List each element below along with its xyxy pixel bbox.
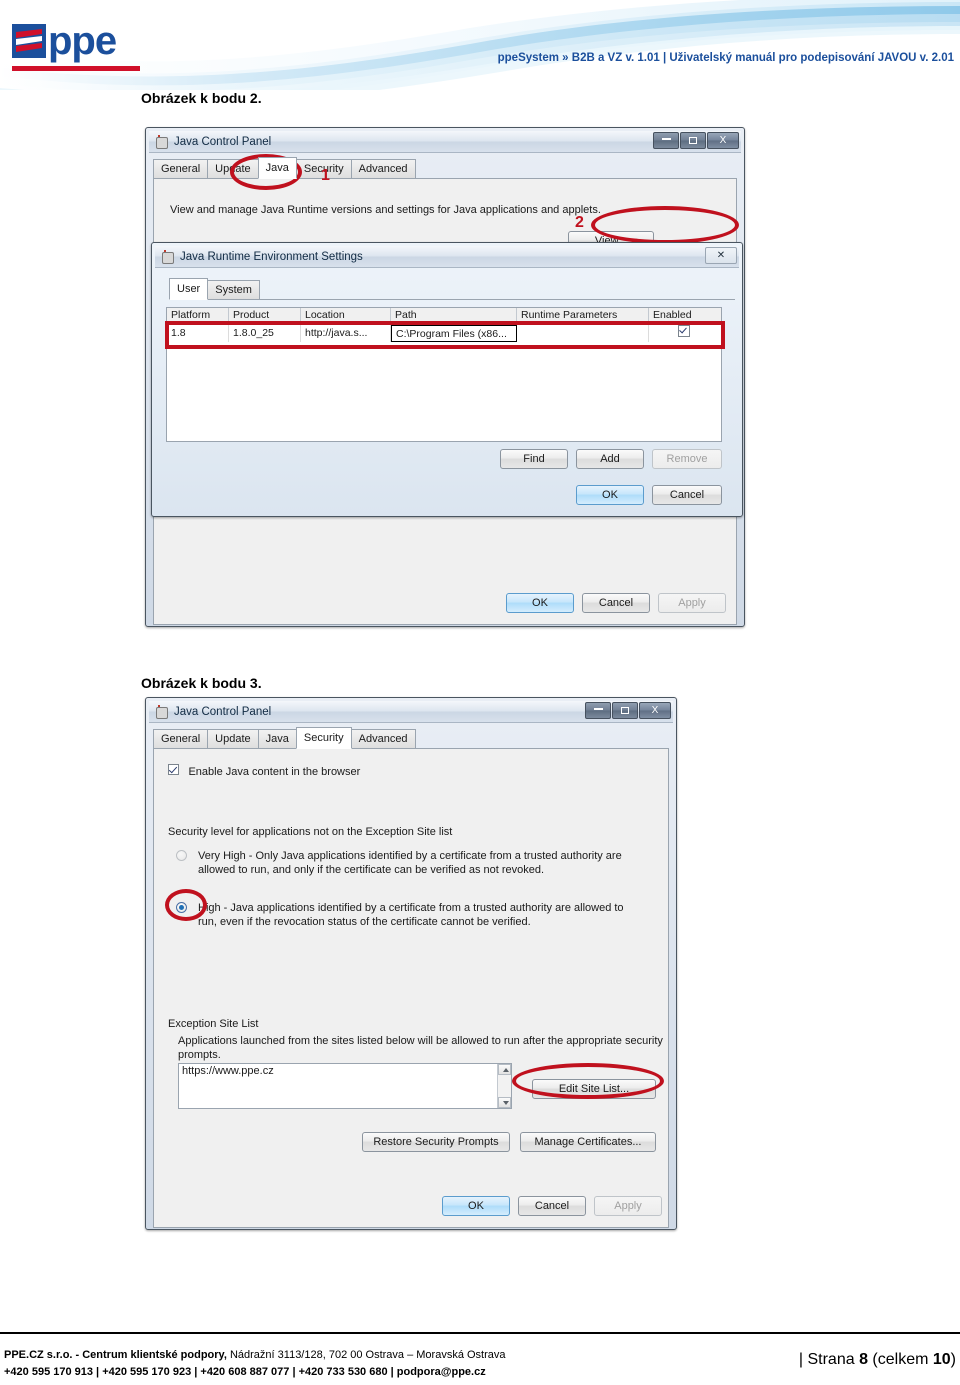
document-header-title: ppeSystem » B2B a VZ v. 1.01 | Uživatels… — [497, 52, 954, 64]
close-button[interactable]: X — [639, 702, 671, 719]
window-title: Java Control Panel — [174, 705, 272, 718]
tab-advanced[interactable]: Advanced — [350, 729, 416, 748]
tab-general[interactable]: General — [153, 159, 209, 178]
tab-java[interactable]: Java — [257, 729, 297, 748]
jre-table-empty-area — [166, 342, 722, 442]
cancel-button[interactable]: Cancel — [582, 593, 650, 613]
window-title: Java Control Panel — [174, 135, 272, 148]
footer-contacts: +420 595 170 913 | +420 595 170 923 | +4… — [4, 1366, 486, 1378]
enable-java-row[interactable]: Enable Java content in the browser — [168, 761, 360, 779]
very-high-line2: allowed to run, and only if the certific… — [198, 864, 545, 876]
manage-certificates-button[interactable]: Manage Certificates... — [520, 1132, 656, 1152]
listbox-scrollbar[interactable] — [497, 1064, 511, 1108]
list-item[interactable]: https://www.ppe.cz — [179, 1064, 511, 1078]
annotation-rect-table-row — [165, 321, 725, 349]
cancel-button[interactable]: Cancel — [518, 1196, 586, 1216]
very-high-radio[interactable] — [176, 850, 187, 861]
tab-security[interactable]: Security — [295, 727, 352, 749]
scroll-down-icon[interactable] — [498, 1097, 511, 1108]
remove-button[interactable]: Remove — [652, 449, 722, 469]
java-tab-description: View and manage Java Runtime versions an… — [170, 204, 601, 216]
security-tabstrip: General Update Java Security Advanced — [153, 727, 669, 749]
page-prefix: | Strana — [798, 1351, 860, 1368]
footer-address: Nádražní 3113/128, 702 00 Ostrava – Mora… — [226, 1349, 506, 1361]
logo-underline — [12, 66, 140, 71]
close-icon[interactable]: ✕ — [705, 247, 737, 264]
figure-3-caption: Obrázek k bodu 3. — [141, 675, 262, 691]
window-controls: X — [653, 132, 739, 149]
footer-company-name: PPE.CZ s.r.o. - Centrum klientské podpor… — [4, 1349, 227, 1361]
minimize-button[interactable] — [585, 702, 611, 719]
exception-site-desc-line2: prompts. — [178, 1049, 221, 1061]
minimize-button[interactable] — [653, 132, 679, 149]
annotation-number-2: 2 — [575, 214, 584, 231]
annotation-circle-edit-site-list — [512, 1063, 664, 1099]
high-line1: High - Java applications identified by a… — [198, 902, 624, 914]
logo-chevron-icon — [12, 24, 46, 58]
jre-cancel-button[interactable]: Cancel — [652, 485, 722, 505]
java-cup-icon — [154, 134, 168, 149]
page-current: 8 — [859, 1351, 868, 1368]
figure-3-screenshot: Java Control Panel X General Update Java… — [145, 697, 677, 1230]
maximize-button[interactable] — [612, 702, 638, 719]
footer-divider — [0, 1332, 960, 1334]
dialog-controls: ✕ — [705, 247, 737, 264]
window-controls: X — [585, 702, 671, 719]
page-suffix: ) — [950, 1351, 956, 1368]
add-button[interactable]: Add — [576, 449, 644, 469]
tab-system[interactable]: System — [207, 280, 260, 299]
annotation-circle-high-radio — [165, 889, 207, 921]
exception-site-list-label: Exception Site List — [168, 1018, 259, 1030]
restore-security-prompts-button[interactable]: Restore Security Prompts — [362, 1132, 510, 1152]
footer-company-line: PPE.CZ s.r.o. - Centrum klientské podpor… — [4, 1347, 506, 1364]
tab-advanced[interactable]: Advanced — [350, 159, 416, 178]
page-number: | Strana 8 (celkem 10) — [799, 1351, 956, 1368]
very-high-line1: Very High - Only Java applications ident… — [198, 850, 622, 862]
annotation-number-1: 1 — [321, 167, 330, 184]
figure-2-caption: Obrázek k bodu 2. — [141, 90, 262, 106]
jre-tabstrip: User System — [169, 278, 735, 300]
exception-site-desc-line1: Applications launched from the sites lis… — [178, 1035, 663, 1047]
scroll-up-icon[interactable] — [498, 1064, 511, 1075]
jre-settings-titlebar: Java Runtime Environment Settings ✕ — [155, 246, 739, 268]
apply-button[interactable]: Apply — [658, 593, 726, 613]
enable-java-checkbox[interactable] — [168, 764, 179, 775]
java-cup-icon — [160, 249, 174, 264]
header-wave-graphic — [0, 0, 960, 90]
tab-user[interactable]: User — [169, 278, 209, 300]
page-header-banner: ppe ppeSystem » B2B a VZ v. 1.01 | Uživa… — [0, 0, 960, 90]
tab-update[interactable]: Update — [207, 729, 259, 748]
find-button[interactable]: Find — [500, 449, 568, 469]
java-control-panel-security-window: Java Control Panel X General Update Java… — [145, 697, 677, 1230]
tab-java[interactable]: Java — [257, 157, 297, 179]
security-window-titlebar: Java Control Panel X — [149, 701, 673, 723]
tab-general[interactable]: General — [153, 729, 209, 748]
page-mid: (celkem — [867, 1351, 933, 1368]
ppe-logo: ppe — [12, 19, 140, 74]
apply-button[interactable]: Apply — [594, 1196, 662, 1216]
jre-ok-button[interactable]: OK — [576, 485, 644, 505]
figure-2-screenshot: Java Control Panel X General Update Java… — [145, 127, 745, 627]
ok-button[interactable]: OK — [506, 593, 574, 613]
annotation-circle-view-button — [591, 206, 739, 244]
ok-button[interactable]: OK — [442, 1196, 510, 1216]
page-total: 10 — [932, 1351, 951, 1368]
java-cup-icon — [154, 704, 168, 719]
jre-settings-dialog: Java Runtime Environment Settings ✕ User… — [151, 242, 743, 517]
logo-wordmark: ppe — [48, 19, 117, 63]
security-tab-panel: Enable Java content in the browser Secur… — [153, 749, 669, 1228]
exception-sites-listbox[interactable]: https://www.ppe.cz — [178, 1063, 512, 1109]
close-button[interactable]: X — [707, 132, 739, 149]
high-line2: run, even if the revocation status of th… — [198, 916, 531, 928]
maximize-button[interactable] — [680, 132, 706, 149]
java-control-panel-titlebar: Java Control Panel X — [149, 131, 741, 153]
dialog-title: Java Runtime Environment Settings — [180, 250, 363, 263]
security-level-label: Security level for applications not on t… — [168, 826, 453, 838]
enable-java-label: Enable Java content in the browser — [188, 766, 361, 778]
